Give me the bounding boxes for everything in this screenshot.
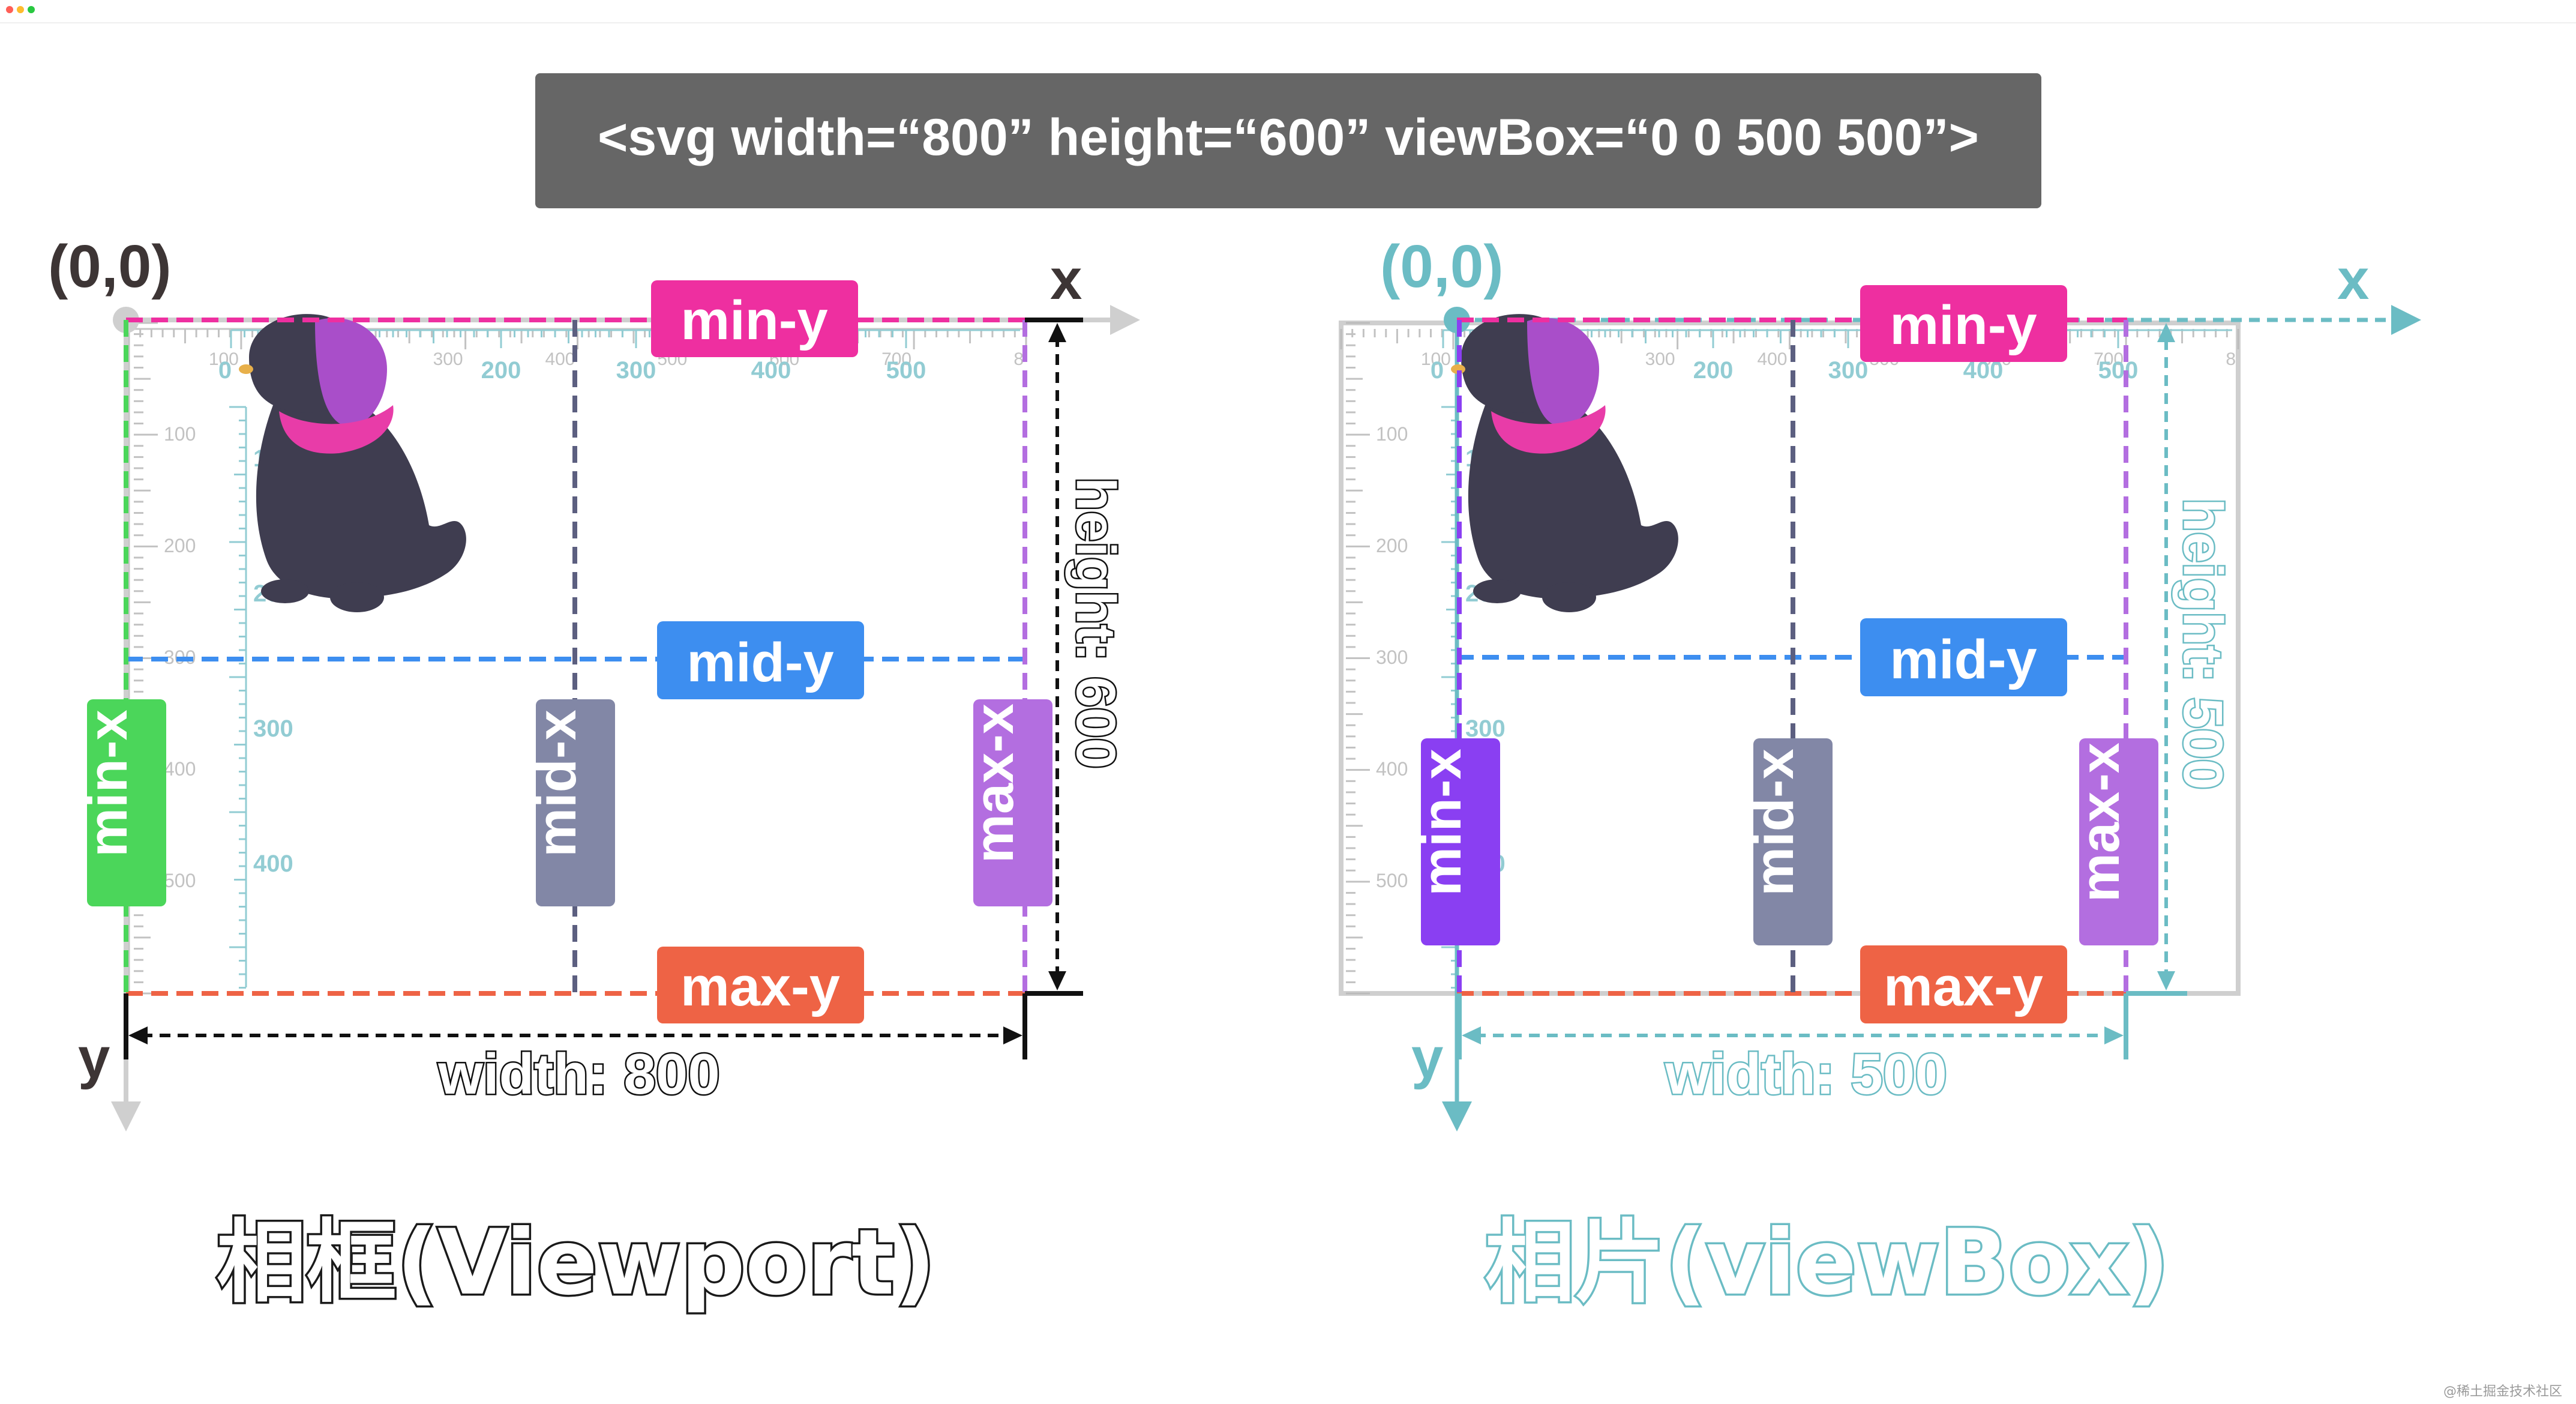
left-min-x-text: min-x [77,710,139,857]
left-teal-top-label: 400 [751,357,791,384]
diagram-canvas: <svg width=“800” height=“600” viewBox=“0… [0,6,2576,1399]
viewbox-panel: 10020030040050060070081002003004005000 1… [1339,233,2421,1318]
left-teal-top-label: 200 [481,357,521,384]
right-x-arrow [2391,305,2421,335]
right-teal-top-label: 200 [1693,357,1734,384]
left-mid-x-text: mid-x [526,710,587,857]
right-teal-zero-label: 0 [1431,357,1444,384]
viewport-panel: 10020030040050060070081002003004005000 1… [48,233,1140,1318]
left-left-label: 500 [164,870,196,891]
left-width-label: width: 800 [437,1042,719,1106]
left-teal-zero-label: 0 [218,357,232,384]
right-inner-ruler-label: 300 [1465,716,1506,742]
right-caption: 相片(viewBox) [1485,1211,2170,1315]
right-top-small-label: 400 [1757,349,1787,369]
left-max-x-text: max-x [964,704,1025,863]
left-left-label: 200 [164,535,196,556]
left-height-arrow-bottom [1048,971,1066,990]
right-mid-y-badge: mid-y [1860,618,2067,696]
left-teal-top-label: 300 [616,357,656,384]
right-max-x-text: max-x [2070,743,2131,902]
right-dog-image [1451,314,1678,612]
left-mid-y-text: mid-y [686,632,833,693]
right-top-small-label: 8 [2226,349,2236,369]
left-origin-label: (0,0) [48,233,172,300]
right-left-label: 300 [1376,646,1408,668]
left-min-y-badge: min-y [651,280,858,357]
code-header: <svg width=“800” height=“600” viewBox=“0… [535,73,2041,208]
right-top-small-label: 300 [1645,349,1675,369]
left-mid-x-badge: mid-x [526,699,615,906]
right-width-arrow-right [2104,1026,2124,1044]
close-dot[interactable] [6,6,13,13]
left-min-y-text: min-y [680,290,827,351]
right-x-label: x [2337,247,2369,312]
left-mid-y-badge: mid-y [657,621,864,699]
maximize-dot[interactable] [28,6,35,13]
right-left-label: 200 [1376,535,1408,556]
right-max-y-badge: max-y [1860,945,2067,1023]
right-min-x-badge: min-x [1411,738,1500,945]
right-min-y-badge: min-y [1860,285,2067,362]
left-inner-ruler-label: 300 [253,716,293,742]
left-x-arrow [1110,305,1140,335]
left-top-small-label: 300 [433,349,463,369]
window-controls [6,6,35,13]
right-min-x-text: min-x [1411,749,1473,896]
watermark: @稀土掘金技术社区 [2443,1384,2562,1399]
left-height-label: height: 600 [1065,477,1126,769]
right-teal-top-label: 300 [1828,357,1869,384]
right-origin-label: (0,0) [1380,233,1504,300]
left-top-small-label: 8 [1013,349,1024,369]
minimize-dot[interactable] [17,6,24,13]
right-max-x-badge: max-x [2070,738,2158,945]
right-ruler-left-ticks: 100 200 300 400 500 [1346,322,1408,995]
left-max-y-badge: max-y [657,947,864,1023]
left-height-arrow-top [1048,323,1066,342]
code-header-text: <svg width=“800” height=“600” viewBox=“0… [598,109,1979,166]
left-left-label: 400 [164,758,196,780]
right-y-label: y [1411,1026,1443,1090]
left-x-label: x [1050,247,1082,312]
left-width-arrow-left [128,1026,148,1044]
right-height-arrow-bottom [2157,971,2175,990]
right-y-arrow [1442,1101,1472,1131]
left-min-x-badge: min-x [77,699,166,906]
left-inner-ruler-label: 400 [253,851,293,877]
right-height-label: height: 500 [2172,498,2233,790]
left-caption: 相框(Viewport) [217,1211,935,1315]
right-left-label: 500 [1376,870,1408,891]
right-left-label: 400 [1376,758,1408,780]
right-teal-top-label: 500 [2098,357,2139,384]
right-width-arrow-left [1462,1026,1481,1044]
left-width-arrow-right [1003,1026,1022,1044]
right-left-label: 100 [1376,423,1408,445]
left-teal-top-label: 500 [886,357,926,384]
right-max-y-text: max-y [1884,956,2043,1017]
left-y-label: y [78,1026,110,1090]
right-mid-x-text: mid-x [1744,749,1805,896]
right-width-label: width: 500 [1665,1042,1947,1106]
left-top-small-label: 400 [545,349,575,369]
left-dog-image [239,314,466,612]
right-min-y-text: min-y [1890,295,2037,356]
left-max-x-badge: max-x [964,699,1052,906]
right-mid-x-badge: mid-x [1744,738,1833,945]
left-max-y-text: max-y [680,956,840,1017]
left-y-arrow [111,1101,141,1131]
right-mid-y-text: mid-y [1890,629,2037,690]
left-left-label: 100 [164,423,196,445]
